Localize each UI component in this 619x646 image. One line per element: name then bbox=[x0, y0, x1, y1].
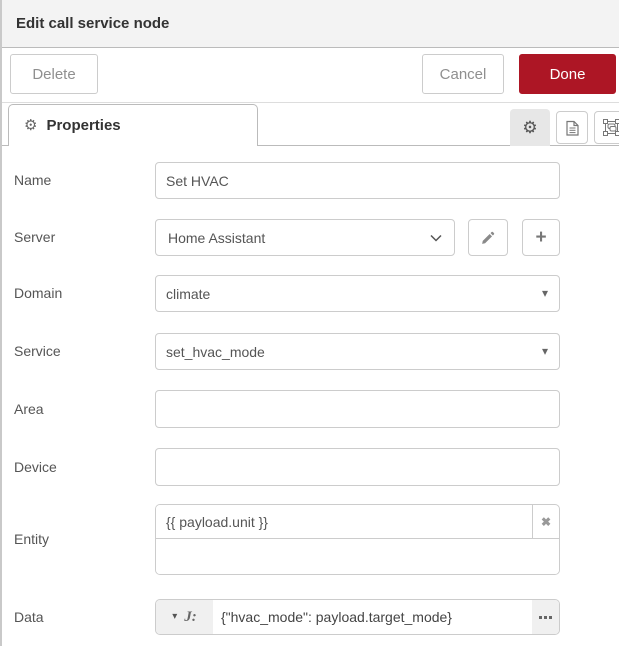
service-label: Service bbox=[14, 333, 61, 370]
server-select-value: Home Assistant bbox=[168, 230, 265, 246]
delete-button[interactable]: Delete bbox=[10, 54, 98, 94]
server-select[interactable]: Home Assistant bbox=[155, 219, 455, 256]
area-label: Area bbox=[14, 390, 44, 428]
tray-left-border bbox=[0, 0, 2, 646]
entity-row-empty bbox=[156, 539, 559, 575]
document-icon bbox=[565, 120, 580, 136]
entity-input[interactable] bbox=[156, 505, 532, 538]
edit-server-button[interactable] bbox=[468, 219, 508, 256]
appearance-icon bbox=[603, 119, 619, 136]
data-label: Data bbox=[14, 599, 44, 635]
caret-down-icon: ▾ bbox=[172, 612, 177, 622]
jsonata-expression-icon: J: bbox=[184, 610, 197, 625]
gear-icon: ⚙ bbox=[24, 118, 37, 133]
domain-label: Domain bbox=[14, 275, 62, 312]
entity-editable-list: ✖ bbox=[155, 504, 560, 575]
service-input[interactable] bbox=[155, 333, 560, 370]
tab-properties-label: Properties bbox=[46, 117, 120, 134]
dialog-title: Edit call service node bbox=[16, 15, 169, 32]
area-input[interactable] bbox=[155, 390, 560, 428]
expand-data-editor-button[interactable] bbox=[532, 600, 559, 634]
remove-entity-button[interactable]: ✖ bbox=[532, 505, 559, 538]
ellipsis-icon bbox=[544, 616, 547, 619]
chevron-down-icon bbox=[430, 234, 442, 242]
dialog-header: Edit call service node bbox=[0, 0, 619, 48]
data-type-button[interactable]: ▾ J: bbox=[156, 600, 213, 634]
data-typed-input: ▾ J: bbox=[155, 599, 560, 635]
close-icon: ✖ bbox=[541, 515, 551, 529]
domain-input[interactable] bbox=[155, 275, 560, 312]
add-server-button[interactable]: + bbox=[522, 219, 560, 256]
cancel-button[interactable]: Cancel bbox=[422, 54, 504, 94]
data-input[interactable] bbox=[213, 600, 532, 634]
entity-row: ✖ bbox=[156, 505, 559, 539]
gear-icon: ⚙ bbox=[522, 119, 537, 136]
plus-icon: + bbox=[535, 228, 546, 247]
server-label: Server bbox=[14, 219, 55, 256]
edit-call-service-node-dialog: Edit call service node Delete Cancel Don… bbox=[0, 0, 619, 646]
pencil-icon bbox=[481, 231, 495, 245]
name-label: Name bbox=[14, 162, 51, 199]
ellipsis-icon bbox=[549, 616, 552, 619]
name-input[interactable] bbox=[155, 162, 560, 199]
tab-bar-top-border bbox=[0, 102, 619, 103]
entity-input-empty[interactable] bbox=[156, 539, 559, 575]
node-description-button[interactable] bbox=[556, 111, 588, 144]
device-label: Device bbox=[14, 448, 57, 486]
done-button[interactable]: Done bbox=[519, 54, 616, 94]
tab-properties[interactable]: ⚙ Properties bbox=[8, 104, 258, 146]
node-properties-button[interactable]: ⚙ bbox=[510, 109, 550, 146]
node-appearance-button[interactable] bbox=[594, 111, 619, 144]
entity-label: Entity bbox=[14, 504, 49, 575]
ellipsis-icon bbox=[539, 616, 542, 619]
device-input[interactable] bbox=[155, 448, 560, 486]
